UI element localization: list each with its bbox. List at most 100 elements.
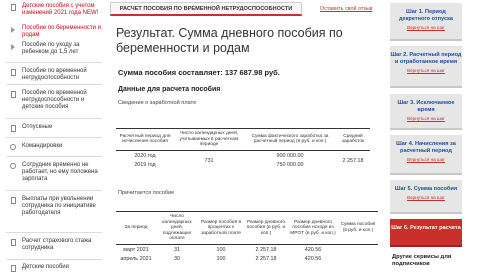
table-cell: 900 000.00 [276,152,304,159]
sidebar-item-label: Сотрудник временно не работает, но ему п… [22,162,98,182]
document-icon [10,69,16,76]
divider [6,156,102,157]
column-header: Средний заработок [336,128,370,151]
sidebar-item-label: Пособие по временной нетрудоспособности … [22,90,87,110]
return-to-step-link[interactable]: Вернуться на шаг [390,66,462,73]
table-cell [338,254,378,264]
salary-caption: Сведения о заработной плате [118,100,197,106]
sidebar: Детские пособия с учетом изменений 2021 … [0,0,104,272]
sidebar-item-dismissal-pay[interactable]: Выплаты при увольнении сотрудника по ини… [4,196,104,217]
arrow-icon [11,27,15,33]
document-icon [10,239,16,246]
column-header: Число календарных дней, подлежащих оплат… [156,211,198,245]
table-cell: 100 [216,256,226,263]
divider [6,62,102,63]
table-cell [338,244,378,254]
table-cell: март 2021 [123,246,149,253]
sidebar-item-sick-leave-child[interactable]: Пособие по временной нетрудоспособности … [4,90,104,111]
sidebar-item-label: Пособие по уходу за ребенком до 1,5 лет [22,42,80,55]
sidebar-item-idle-pay[interactable]: Сотрудник временно не работает, но ему п… [4,162,104,183]
sidebar-item-label: Выплаты при увольнении сотрудника по ини… [22,196,96,216]
sidebar-item-child-benefits[interactable]: Детские пособия [4,264,104,272]
step-label: Шаг 3. Исключаемое время [397,100,455,113]
step-3[interactable]: Шаг 3. Исключаемое время Вернуться на ша… [390,94,462,130]
sidebar-item-vacation-pay[interactable]: Отпускные [4,124,104,132]
sidebar-item-label: Отпускные [22,124,53,130]
step-label: Шаг 5. Сумма пособия [394,186,458,192]
step-6[interactable]: Шаг 6. Результат расчета [390,219,462,247]
sidebar-item-insurance-record[interactable]: Расчет страхового стажа сотрудника [4,238,104,252]
table-cell: 2 257.18 [342,157,364,164]
step-2[interactable]: Шаг 2. Расчетный период и отработанное в… [390,46,462,88]
divider [6,137,102,138]
table-cell: апрель 2021 [120,256,152,263]
steps-panel: Шаг 1. Период декретного отпуска Вернуть… [390,0,462,272]
table-cell: 2 257.18 [255,246,277,253]
divider [6,118,102,119]
divider [6,190,102,191]
table-cell: 420.56 [304,256,322,263]
table-row: 2020 год 731 900 000.00 2 257.18 [116,150,370,164]
table-cell: 31 [174,246,180,253]
document-icon [10,4,16,11]
step-label: Шаг 1. Период декретного отпуска [398,9,454,22]
step-5[interactable]: Шаг 5. Сумма пособия Вернуться на шаг [390,180,462,214]
table-cell: 2020 год [134,152,156,159]
table-cell: 750 000.00 [276,162,304,169]
table-cell: 2 257.18 [255,256,277,263]
column-header: Расчетный период для исчисления пособия [116,128,174,151]
table-row: апрель 2021 30 100 2 257.18 420.56 [116,254,378,264]
sidebar-item-childcare[interactable]: Пособие по уходу за ребенком до 1,5 лет [4,42,104,56]
step-label: Шаг 2. Расчетный период и отработанное в… [390,52,462,65]
table-cell: 30 [174,256,180,263]
column-header: Размер дневного пособия (в руб. и коп.) [244,211,288,245]
column-header: Сумма пособия (в руб. и коп.) [338,211,378,245]
document-icon [10,265,16,272]
accrued-table: За период Число календарных дней, подлеж… [116,211,378,264]
column-header: Сумма фактического заработка за расчетны… [244,128,336,151]
sidebar-item-label: Пособие по беременности и родам [22,25,102,38]
page-title: Результат. Сумма дневного пособия по бер… [116,26,343,55]
step-label: Шаг 6. Результат расчета [391,225,461,231]
salary-table: Расчетный период для исчисления пособия … [116,128,370,170]
table-cell: 100 [216,246,226,253]
table-header-row: За период Число календарных дней, подлеж… [116,211,378,245]
step-label: Шаг 4. Начисления за расчетный период [396,141,456,154]
return-to-step-link[interactable]: Вернуться на шаг [390,23,462,30]
sidebar-item-business-trips[interactable]: Командировки [4,143,104,150]
step-4[interactable]: Шаг 4. Начисления за расчетный период Ве… [390,135,462,175]
ring-icon [10,163,16,169]
column-header: Число календарных дней, учитываемых в ра… [174,128,244,151]
sidebar-item-maternity[interactable]: Пособие по беременности и родам [4,25,104,39]
return-to-step-link[interactable]: Вернуться на шаг [390,114,462,121]
sidebar-item-sick-leave[interactable]: Пособие по временной нетрудоспособности [4,68,104,82]
sidebar-item-label: Пособие по временной нетрудоспособности [22,68,87,81]
divider [6,232,102,233]
document-icon [10,125,16,132]
main-content: РАСЧЕТ ПОСОБИЯ ПО ВРЕМЕННОЙ НЕТРУДОСПОСО… [108,0,382,272]
feedback-link[interactable]: Оставить свой отзыв [320,6,373,12]
step-1[interactable]: Шаг 1. Период декретного отпуска Вернуть… [390,3,462,41]
divider [6,84,102,85]
column-header: Размер пособия в процентах к заработной … [198,211,244,245]
divider [6,259,102,260]
table-row: март 2021 31 100 2 257.18 420.56 [116,244,378,254]
accrued-caption: Причитается пособие [118,190,175,196]
benefit-sum: Сумма пособия составляет: 137 687.98 руб… [118,68,280,77]
sidebar-item-child-benefits-2021[interactable]: Детские пособия с учетом изменений 2021 … [4,3,104,17]
data-heading: Данные для расчета пособия [118,86,221,93]
topbar: РАСЧЕТ ПОСОБИЯ ПО ВРЕМЕННОЙ НЕТРУДОСПОСО… [108,2,382,16]
table-cell: 420.56 [304,246,322,253]
other-services-heading: Другие сервисы для подписчиков [392,254,452,267]
sidebar-item-label: Командировки [22,143,63,149]
arrow-icon [11,44,15,50]
return-to-step-link[interactable]: Вернуться на шаг [390,193,462,200]
sidebar-item-label: Расчет страхового стажа сотрудника [22,238,92,251]
column-header: За период [116,211,156,245]
table-cell: 731 [204,157,214,164]
ring-icon [10,144,16,150]
sidebar-item-label: Детские пособия с учетом изменений 2021 … [22,3,99,16]
table-cell: 2019 год [134,162,156,169]
tab-sick-leave-calculator[interactable]: РАСЧЕТ ПОСОБИЯ ПО ВРЕМЕННОЙ НЕТРУДОСПОСО… [110,2,302,16]
return-to-step-link[interactable]: Вернуться на шаг [390,155,462,162]
